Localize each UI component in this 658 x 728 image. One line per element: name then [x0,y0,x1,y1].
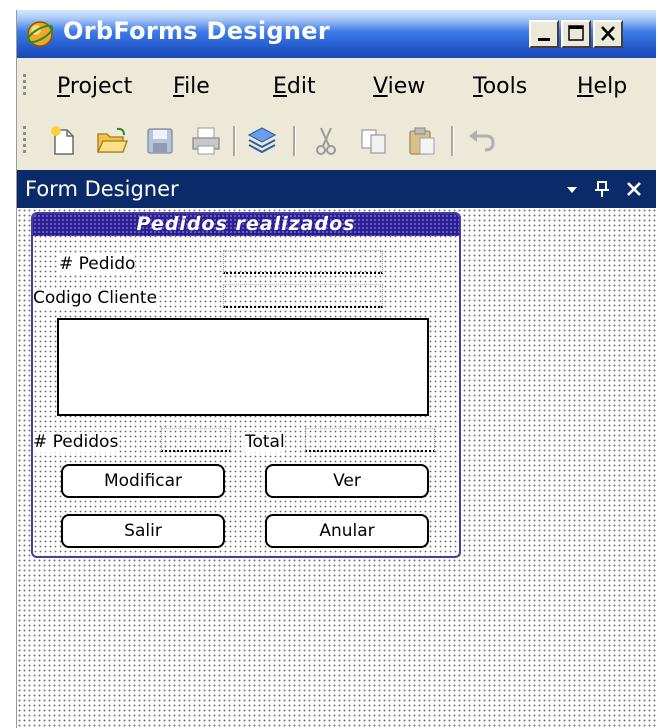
form-designer-header: Form Designer [17,170,656,208]
minimize-button[interactable] [529,20,559,48]
pedido-field[interactable] [223,250,383,274]
toolbar-separator [293,126,296,156]
form-preview[interactable]: Pedidos realizados # Pedido Codigo Clien… [31,212,461,558]
menu-bar: Project File Edit View Tools Help [17,62,656,114]
new-file-icon[interactable] [47,124,81,158]
cut-icon[interactable] [309,124,343,158]
undo-icon[interactable] [465,124,499,158]
toolbar [17,116,656,166]
salir-button[interactable]: Salir [61,514,225,548]
title-bar[interactable]: OrbForms Designer [17,10,656,58]
dropdown-icon[interactable] [561,178,583,200]
window-title: OrbForms Designer [63,17,331,45]
layers-icon[interactable] [245,124,279,158]
maximize-button[interactable] [561,20,591,48]
menu-edit[interactable]: Edit [273,74,316,99]
total-field[interactable] [305,428,435,452]
minimize-icon [538,38,550,41]
toolbar-separator [451,126,454,156]
ver-button[interactable]: Ver [265,464,429,498]
close-icon [601,26,615,41]
close-button[interactable] [593,20,623,48]
modificar-button[interactable]: Modificar [61,464,225,498]
menu-tools[interactable]: Tools [473,74,527,99]
pedidos-list[interactable] [57,318,429,416]
num-pedidos-field[interactable] [161,428,231,452]
toolbar-separator [233,126,236,156]
maximize-icon [568,25,584,41]
form-title-bar: Pedidos realizados [33,214,459,236]
codigo-cliente-label: Codigo Cliente [33,288,158,308]
save-icon[interactable] [143,124,177,158]
app-icon [26,21,54,47]
paste-icon[interactable] [405,124,439,158]
form-title: Pedidos realizados [136,213,356,235]
menu-file[interactable]: File [173,74,210,99]
total-label: Total [245,432,285,452]
print-icon[interactable] [189,124,223,158]
toolbar-grip[interactable] [23,126,27,156]
menu-project[interactable]: Project [57,74,132,99]
copy-icon[interactable] [357,124,391,158]
open-folder-icon[interactable] [95,124,129,158]
menu-view[interactable]: View [373,74,425,99]
num-pedidos-label: # Pedidos [33,432,119,452]
pin-icon[interactable] [591,178,613,200]
menu-grip[interactable] [23,74,27,98]
codigo-cliente-field[interactable] [223,284,383,308]
pedido-label: # Pedido [59,254,136,274]
designer-window: OrbForms Designer Project File Edit View… [16,10,656,728]
panel-title: Form Designer [25,177,179,201]
anular-button[interactable]: Anular [265,514,429,548]
menu-help[interactable]: Help [577,74,627,99]
close-panel-icon[interactable] [623,178,645,200]
